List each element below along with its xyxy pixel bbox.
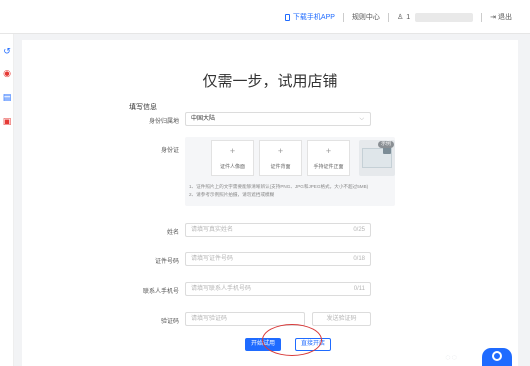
send-code-button[interactable]: 发送验证码 <box>312 312 371 326</box>
eye-icon[interactable]: ◉ <box>2 68 12 78</box>
id-region-value: 中国大陆 <box>191 116 216 122</box>
upload-front-button[interactable]: + 证件人像面 <box>211 140 254 176</box>
section-title: 填写信息 <box>129 104 157 111</box>
download-app-label: 下载手机APP <box>292 14 335 21</box>
plus-icon: + <box>277 146 284 156</box>
decoration-icon: ◌◌ <box>445 352 458 362</box>
sample-id-image[interactable]: 示例 <box>359 140 395 176</box>
logout-button[interactable]: ⇥ 退出 <box>490 12 512 22</box>
chevron-down-icon: ⌵ <box>359 116 364 122</box>
id-number-input[interactable]: 请填写证件号码 0/18 <box>185 252 371 266</box>
sidebar: ★ ↺ ◉ ▤ ▣ <box>0 0 14 366</box>
divider <box>342 12 344 22</box>
user-icon: ♙ <box>396 14 404 21</box>
upload-handheld-label: 手持证件正面 <box>313 164 344 170</box>
id-number-counter: 0/18 <box>353 256 365 262</box>
chat-icon <box>492 351 502 361</box>
plus-icon: + <box>325 146 332 156</box>
user-initial: 1 <box>406 13 411 21</box>
id-card-label: 身份证 <box>160 148 179 154</box>
name-input[interactable]: 请填写真实姓名 0/25 <box>185 223 371 237</box>
user-account[interactable]: ♙ 1 <box>396 12 474 22</box>
upload-back-button[interactable]: + 证件背面 <box>259 140 302 176</box>
phone-icon <box>284 13 290 21</box>
upload-front-label: 证件人像面 <box>219 164 245 170</box>
upload-handheld-button[interactable]: + 手持证件正面 <box>307 140 350 176</box>
logout-label: 退出 <box>498 14 512 21</box>
user-name-redacted <box>415 12 474 22</box>
download-app-link[interactable]: 下载手机APP <box>284 12 335 22</box>
history-icon[interactable]: ↺ <box>2 46 12 56</box>
upload-back-label: 证件背面 <box>270 164 291 170</box>
id-number-placeholder: 请填写证件号码 <box>191 256 234 262</box>
upload-note-1: 1、证件照片上的文字需要能够清晰辨认(支持PNG、JPG和JPEG格式，大小不超… <box>189 184 369 189</box>
phone-input[interactable]: 请填写联系人手机号码 0/11 <box>185 282 371 296</box>
support-button[interactable] <box>482 348 512 366</box>
upload-note-2: 2、请参考示例照片拍摄，请勿遮挡或模糊 <box>189 192 275 197</box>
phone-label: 联系人手机号 <box>142 289 179 295</box>
name-counter: 0/25 <box>353 227 365 233</box>
sample-badge: 示例 <box>377 141 394 148</box>
card-icon[interactable]: ▤ <box>2 92 12 102</box>
plus-icon: + <box>229 146 236 156</box>
form-card: 仅需一步，试用店铺 填写信息 身份归属地 中国大陆 ⌵ 身份证 + 证件人像面 … <box>22 40 518 366</box>
id-region-label: 身份归属地 <box>148 119 179 125</box>
phone-counter: 0/11 <box>353 286 365 292</box>
code-placeholder: 请填写验证码 <box>191 316 228 322</box>
phone-placeholder: 请填写联系人手机号码 <box>191 286 252 292</box>
shop-icon[interactable]: ▣ <box>2 116 12 126</box>
divider <box>387 12 389 22</box>
name-label: 姓名 <box>166 230 179 236</box>
logout-icon: ⇥ <box>490 14 496 21</box>
id-region-select[interactable]: 中国大陆 ⌵ <box>185 112 371 126</box>
id-upload-area: + 证件人像面 + 证件背面 + 手持证件正面 示例 1、证件照片上的文字需要能… <box>185 137 395 206</box>
page-title: 仅需一步，试用店铺 <box>202 73 338 90</box>
name-placeholder: 请填写真实姓名 <box>191 227 234 233</box>
id-number-label: 证件号码 <box>154 259 179 265</box>
divider <box>481 12 483 22</box>
annotation-circle <box>262 324 322 356</box>
top-bar: 下载手机APP 规则中心 ♙ 1 ⇥ 退出 <box>0 0 530 34</box>
rules-center-link[interactable]: 规则中心 <box>352 12 380 22</box>
code-label: 验证码 <box>160 319 179 325</box>
